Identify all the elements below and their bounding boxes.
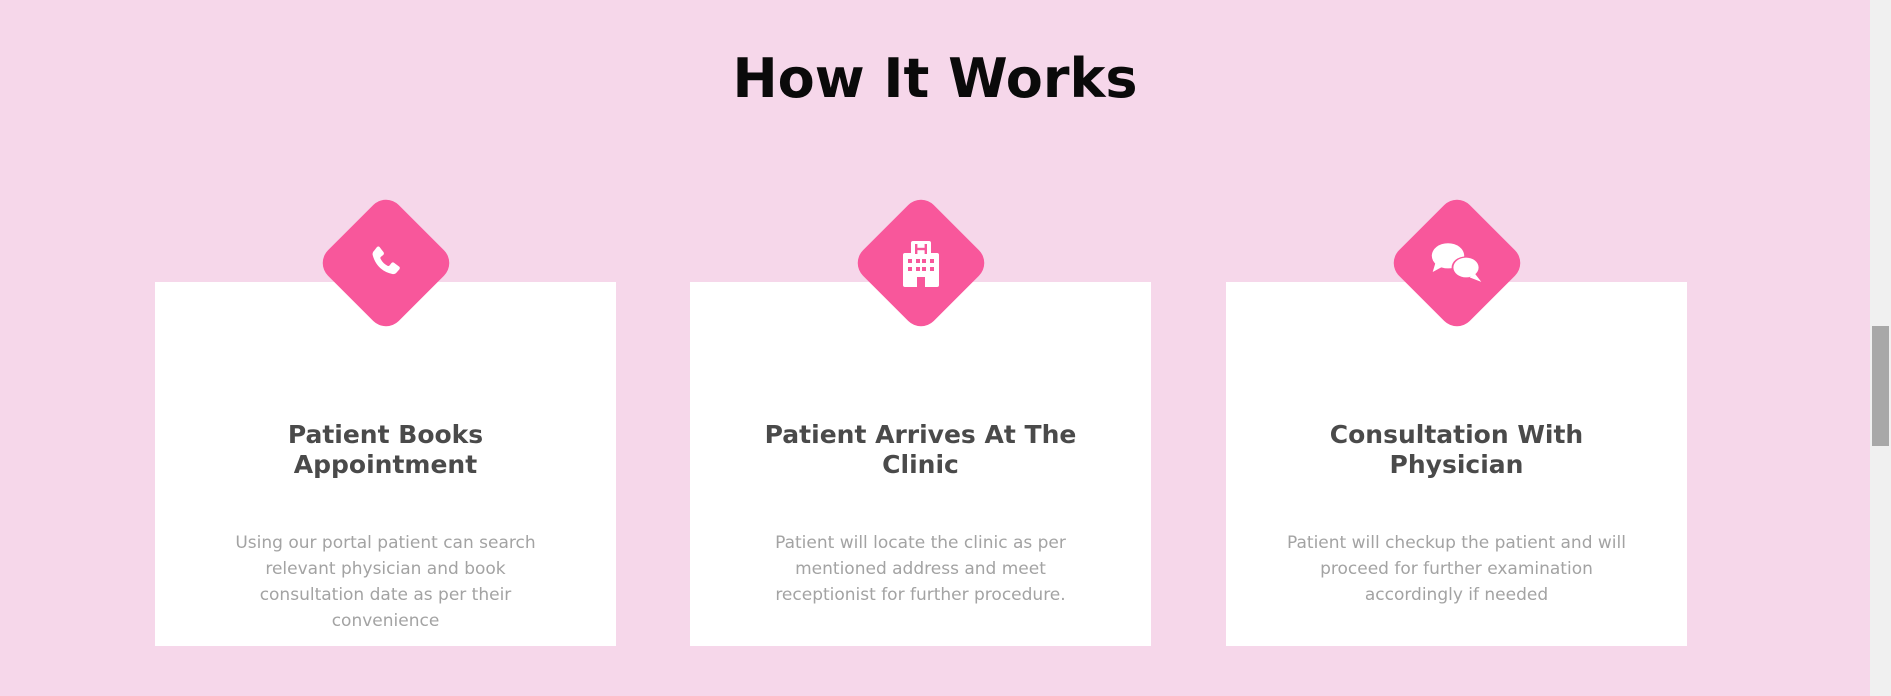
step-description: Using our portal patient can search rele…	[235, 533, 536, 631]
step-card-book-appointment: Patient Books Appointment Using our port…	[155, 192, 616, 646]
step-title: Consultation With Physician	[1329, 420, 1584, 479]
hospital-icon	[871, 213, 971, 313]
phone-icon	[336, 213, 436, 313]
step-description: Patient will checkup the patient and wil…	[1287, 533, 1626, 605]
page-scrollbar[interactable]	[1870, 0, 1891, 696]
step-card-consultation: Consultation With Physician Patient will…	[1226, 192, 1687, 646]
step-card-arrive-clinic: Patient Arrives At The Clinic Patient wi…	[690, 192, 1151, 646]
chat-bubbles-icon	[1407, 213, 1507, 313]
step-description: Patient will locate the clinic as per me…	[775, 533, 1066, 605]
step-title: Patient Books Appointment	[287, 420, 484, 479]
scrollbar-thumb[interactable]	[1872, 326, 1889, 446]
step-title: Patient Arrives At The Clinic	[764, 420, 1077, 479]
section-title: How It Works	[732, 47, 1138, 110]
how-it-works-section: How It Works Patient Books Appointment U…	[0, 0, 1870, 696]
